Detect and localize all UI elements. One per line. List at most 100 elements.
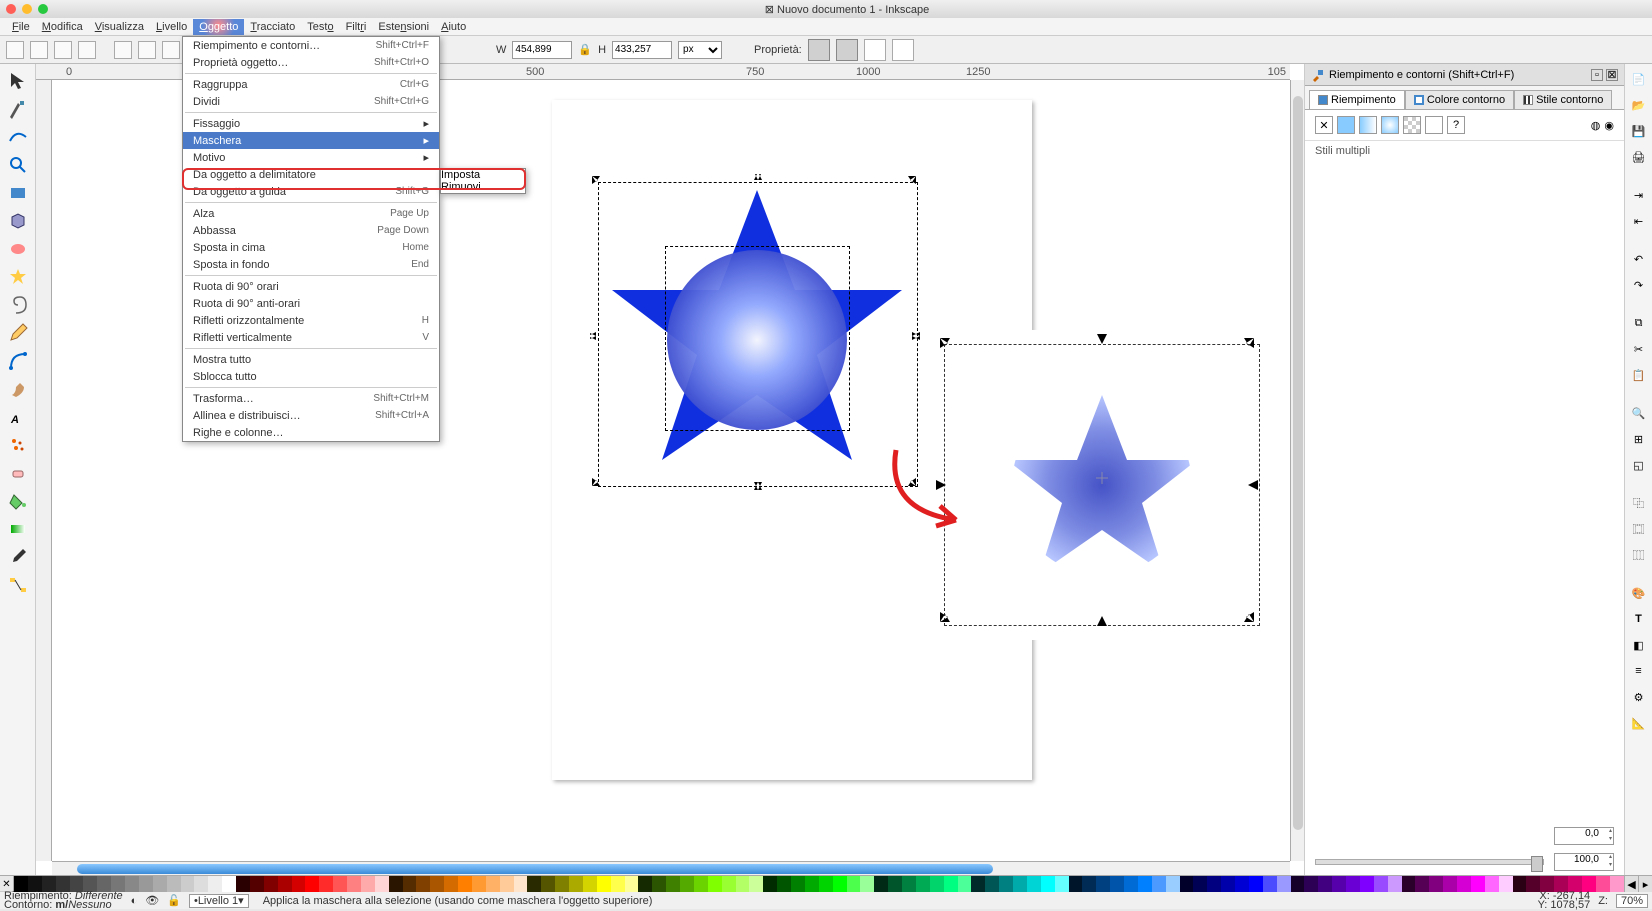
palette-swatch[interactable]: [888, 876, 902, 892]
palette-swatch[interactable]: [319, 876, 333, 892]
lock-icon[interactable]: 🔒: [578, 43, 592, 56]
star-tool[interactable]: [4, 264, 32, 290]
spiral-tool[interactable]: [4, 292, 32, 318]
menu-item[interactable]: Da oggetto a delimitatore: [183, 166, 439, 183]
menu-item[interactable]: Rifletti verticalmenteV: [183, 329, 439, 346]
layer-selector[interactable]: •Livello 1 ▾: [189, 894, 249, 908]
palette-swatch[interactable]: [347, 876, 361, 892]
palette-swatch[interactable]: [139, 876, 153, 892]
menu-item[interactable]: Riempimento e contorni…Shift+Ctrl+F: [183, 37, 439, 54]
opacity-status-icon[interactable]: ◐: [131, 895, 138, 907]
palette-swatch[interactable]: [389, 876, 403, 892]
palette-swatch[interactable]: [167, 876, 181, 892]
open-icon[interactable]: 📂: [1628, 94, 1650, 116]
palette-swatch[interactable]: [1207, 876, 1221, 892]
palette-swatch[interactable]: [1596, 876, 1610, 892]
affect-icon[interactable]: [808, 39, 830, 61]
palette-swatch[interactable]: [652, 876, 666, 892]
palette-swatch[interactable]: [472, 876, 486, 892]
tab-stroke-style[interactable]: Stile contorno: [1514, 90, 1612, 109]
align-icon[interactable]: ≡: [1628, 660, 1650, 682]
palette-swatch[interactable]: [222, 876, 236, 892]
gradient-tool[interactable]: [4, 516, 32, 542]
blur-input[interactable]: 0,0: [1554, 827, 1614, 845]
palette-swatch[interactable]: [125, 876, 139, 892]
menu-item[interactable]: Allinea e distribuisci…Shift+Ctrl+A: [183, 407, 439, 424]
palette-swatch[interactable]: [749, 876, 763, 892]
tool-btn[interactable]: [6, 41, 24, 59]
menu-item[interactable]: Trasforma…Shift+Ctrl+M: [183, 390, 439, 407]
palette-swatch[interactable]: [708, 876, 722, 892]
palette-swatch[interactable]: [1096, 876, 1110, 892]
menu-path[interactable]: Tracciato: [244, 19, 301, 35]
paste-icon[interactable]: 📋: [1628, 364, 1650, 386]
palette-swatch[interactable]: [1055, 876, 1069, 892]
menu-text[interactable]: Testo: [301, 19, 339, 35]
palette-swatch[interactable]: [1041, 876, 1055, 892]
menu-item[interactable]: Rifletti orizzontalmenteH: [183, 312, 439, 329]
zoom-page-icon[interactable]: ⊞: [1628, 428, 1650, 450]
menu-item[interactable]: Sposta in cimaHome: [183, 239, 439, 256]
print-icon[interactable]: 🖨: [1628, 146, 1650, 168]
palette-swatch[interactable]: [722, 876, 736, 892]
palette-swatch[interactable]: [1180, 876, 1194, 892]
palette-swatch[interactable]: [680, 876, 694, 892]
palette-swatch[interactable]: [1235, 876, 1249, 892]
palette-swatch[interactable]: [486, 876, 500, 892]
tweak-tool[interactable]: [4, 124, 32, 150]
palette-swatch[interactable]: [1499, 876, 1513, 892]
palette-swatch[interactable]: [971, 876, 985, 892]
palette-swatch[interactable]: [763, 876, 777, 892]
menu-item[interactable]: AlzaPage Up: [183, 205, 439, 222]
palette-swatch[interactable]: [1263, 876, 1277, 892]
palette-swatch[interactable]: [458, 876, 472, 892]
panel-minimize-icon[interactable]: ▫: [1591, 69, 1603, 81]
tool-btn[interactable]: [54, 41, 72, 59]
palette-swatch[interactable]: [1415, 876, 1429, 892]
affect-icon[interactable]: [864, 39, 886, 61]
menu-item[interactable]: AbbassaPage Down: [183, 222, 439, 239]
zoom-input[interactable]: 70%: [1616, 894, 1648, 908]
palette-swatch[interactable]: [500, 876, 514, 892]
menu-extensions[interactable]: Estensioni: [372, 19, 435, 35]
palette-swatch[interactable]: [1402, 876, 1416, 892]
palette-swatch[interactable]: [1277, 876, 1291, 892]
fill-rule-evenodd-icon[interactable]: ◍: [1591, 119, 1601, 132]
menu-item[interactable]: Sposta in fondoEnd: [183, 256, 439, 273]
palette-swatch[interactable]: [999, 876, 1013, 892]
palette-swatch[interactable]: [403, 876, 417, 892]
minimize-window-button[interactable]: [22, 4, 32, 14]
palette-swatch[interactable]: [833, 876, 847, 892]
cut-icon[interactable]: ✂: [1628, 338, 1650, 360]
export-icon[interactable]: ⇤: [1628, 210, 1650, 232]
palette-swatch[interactable]: [1318, 876, 1332, 892]
layer-visibility-icon[interactable]: 👁: [145, 894, 159, 907]
palette-swatch[interactable]: [1291, 876, 1305, 892]
zoom-tool[interactable]: [4, 152, 32, 178]
ellipse-tool[interactable]: [4, 236, 32, 262]
palette-swatch[interactable]: [958, 876, 972, 892]
menu-edit[interactable]: Modifica: [36, 19, 89, 35]
opacity-slider[interactable]: [1315, 859, 1544, 865]
clone-icon[interactable]: ⿴: [1628, 518, 1650, 540]
xml-icon[interactable]: ◧: [1628, 634, 1650, 656]
fill-unknown-button[interactable]: ?: [1447, 116, 1465, 134]
palette-scroll-left[interactable]: ◀: [1624, 876, 1638, 892]
duplicate-icon[interactable]: ⿻: [1628, 492, 1650, 514]
palette-swatch[interactable]: [1027, 876, 1041, 892]
spray-tool[interactable]: [4, 432, 32, 458]
palette-swatch[interactable]: [1610, 876, 1624, 892]
palette-swatch[interactable]: [638, 876, 652, 892]
zoom-drawing-icon[interactable]: ◱: [1628, 454, 1650, 476]
bezier-tool[interactable]: [4, 348, 32, 374]
menu-filters[interactable]: Filtri: [340, 19, 373, 35]
menu-item[interactable]: Da oggetto a guidaShift+G: [183, 183, 439, 200]
palette-swatch[interactable]: [514, 876, 528, 892]
palette-swatch[interactable]: [902, 876, 916, 892]
palette-swatch[interactable]: [736, 876, 750, 892]
palette-swatch[interactable]: [805, 876, 819, 892]
palette-menu[interactable]: ▸: [1638, 876, 1652, 892]
menu-item[interactable]: DividiShift+Ctrl+G: [183, 93, 439, 110]
copy-icon[interactable]: ⧉: [1628, 312, 1650, 334]
fill-radial-button[interactable]: [1381, 116, 1399, 134]
